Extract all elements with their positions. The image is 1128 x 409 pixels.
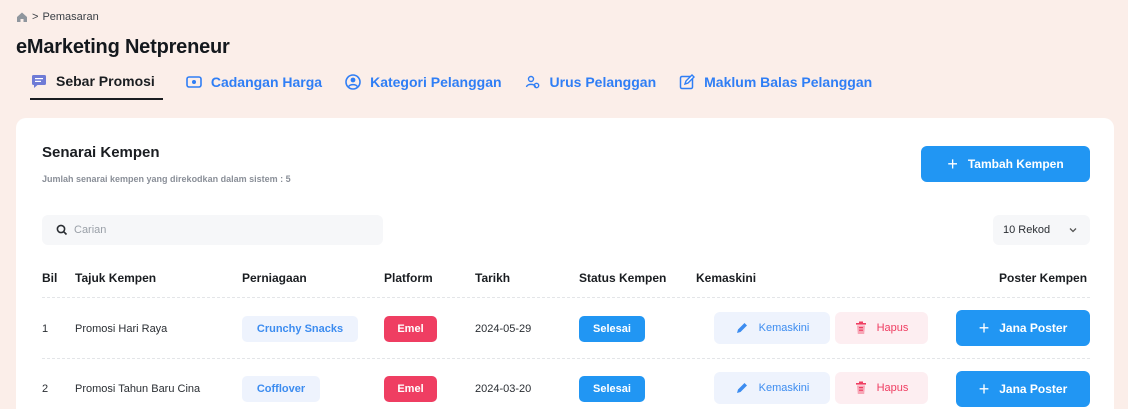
- tab-kategori-pelanggan[interactable]: Kategori Pelanggan: [344, 70, 502, 100]
- trash-icon: [855, 381, 866, 394]
- delete-button[interactable]: Hapus: [835, 372, 928, 404]
- header-tarikh: Tarikh: [475, 271, 511, 285]
- tab-label: Maklum Balas Pelanggan: [704, 74, 873, 90]
- edit-button[interactable]: Kemaskini: [714, 372, 830, 404]
- plus-icon: +: [978, 379, 990, 399]
- platform-badge: Emel: [384, 376, 437, 402]
- cell-bil: 2: [42, 383, 49, 395]
- edit-label: Kemaskini: [758, 322, 810, 334]
- edit-button[interactable]: Kemaskini: [714, 312, 830, 344]
- cell-tarikh: 2024-03-20: [475, 383, 532, 395]
- header-status-kempen: Status Kempen: [579, 271, 667, 285]
- status-badge: Selesai: [579, 316, 645, 342]
- tab-sebar-promosi[interactable]: Sebar Promosi: [30, 70, 163, 100]
- row-divider: [42, 358, 1090, 359]
- user-circle-icon: [345, 74, 361, 90]
- add-campaign-button[interactable]: + Tambah Kempen: [921, 146, 1090, 182]
- tab-maklum-balas[interactable]: Maklum Balas Pelanggan: [678, 70, 872, 100]
- cell-tajuk: Promosi Hari Raya: [75, 323, 168, 335]
- status-badge: Selesai: [579, 376, 645, 402]
- trash-icon: [855, 321, 866, 334]
- tab-label: Cadangan Harga: [210, 74, 323, 90]
- tab-bar: Sebar Promosi Cadangan Harga Kategori Pe…: [30, 70, 894, 100]
- header-bil: Bil: [42, 271, 58, 285]
- tab-urus-pelanggan[interactable]: Urus Pelanggan: [524, 70, 657, 100]
- row-divider: [42, 297, 1090, 298]
- search-input[interactable]: [74, 224, 374, 236]
- cell-bil: 1: [42, 323, 49, 335]
- header-platform: Platform: [384, 271, 433, 285]
- money-icon: [186, 76, 202, 88]
- header-kemaskini: Kemaskini: [696, 271, 757, 285]
- business-chip[interactable]: Crunchy Snacks: [242, 316, 358, 342]
- generate-poster-button[interactable]: + Jana Poster: [956, 310, 1090, 346]
- cell-tajuk: Promosi Tahun Baru Cina: [75, 383, 201, 395]
- delete-label: Hapus: [876, 382, 909, 394]
- edit-icon: [679, 74, 696, 90]
- rows-per-page-value: 10 Rekod: [1003, 224, 1051, 236]
- page-title: eMarketing Netpreneur: [16, 36, 230, 58]
- pencil-icon: [736, 323, 747, 333]
- search-box[interactable]: [42, 215, 383, 245]
- rows-per-page-select[interactable]: 10 Rekod: [993, 215, 1090, 245]
- search-icon: [56, 224, 68, 236]
- generate-poster-label: Jana Poster: [999, 382, 1068, 396]
- chevron-down-icon: [1069, 228, 1077, 233]
- message-icon: [32, 75, 46, 88]
- campaign-list-card: Senarai Kempen Jumlah senarai kempen yan…: [16, 118, 1114, 409]
- header-tajuk-kempen: Tajuk Kempen: [75, 271, 157, 285]
- edit-label: Kemaskini: [758, 382, 810, 394]
- add-campaign-label: Tambah Kempen: [967, 157, 1064, 171]
- breadcrumb-separator: >: [32, 11, 39, 23]
- header-poster-kempen: Poster Kempen: [999, 271, 1088, 285]
- generate-poster-button[interactable]: + Jana Poster: [956, 371, 1090, 407]
- breadcrumb: > Pemasaran: [16, 11, 99, 23]
- pencil-icon: [736, 383, 747, 393]
- tab-label: Kategori Pelanggan: [370, 74, 502, 90]
- plus-icon: +: [947, 154, 958, 174]
- platform-badge: Emel: [384, 316, 437, 342]
- card-subtitle: Jumlah senarai kempen yang direkodkan da…: [42, 174, 291, 184]
- delete-label: Hapus: [876, 322, 909, 334]
- tab-label: Sebar Promosi: [56, 73, 155, 89]
- breadcrumb-current[interactable]: Pemasaran: [42, 11, 98, 23]
- header-perniagaan: Perniagaan: [242, 271, 307, 285]
- card-title: Senarai Kempen: [42, 144, 160, 161]
- plus-icon: +: [978, 318, 990, 338]
- delete-button[interactable]: Hapus: [835, 312, 928, 344]
- tab-label: Urus Pelanggan: [549, 74, 657, 90]
- users-icon: [525, 75, 539, 89]
- tab-cadangan-harga[interactable]: Cadangan Harga: [185, 70, 322, 100]
- business-chip[interactable]: Cofflover: [242, 376, 320, 402]
- generate-poster-label: Jana Poster: [999, 321, 1068, 335]
- home-icon[interactable]: [16, 11, 28, 23]
- cell-tarikh: 2024-05-29: [475, 323, 532, 335]
